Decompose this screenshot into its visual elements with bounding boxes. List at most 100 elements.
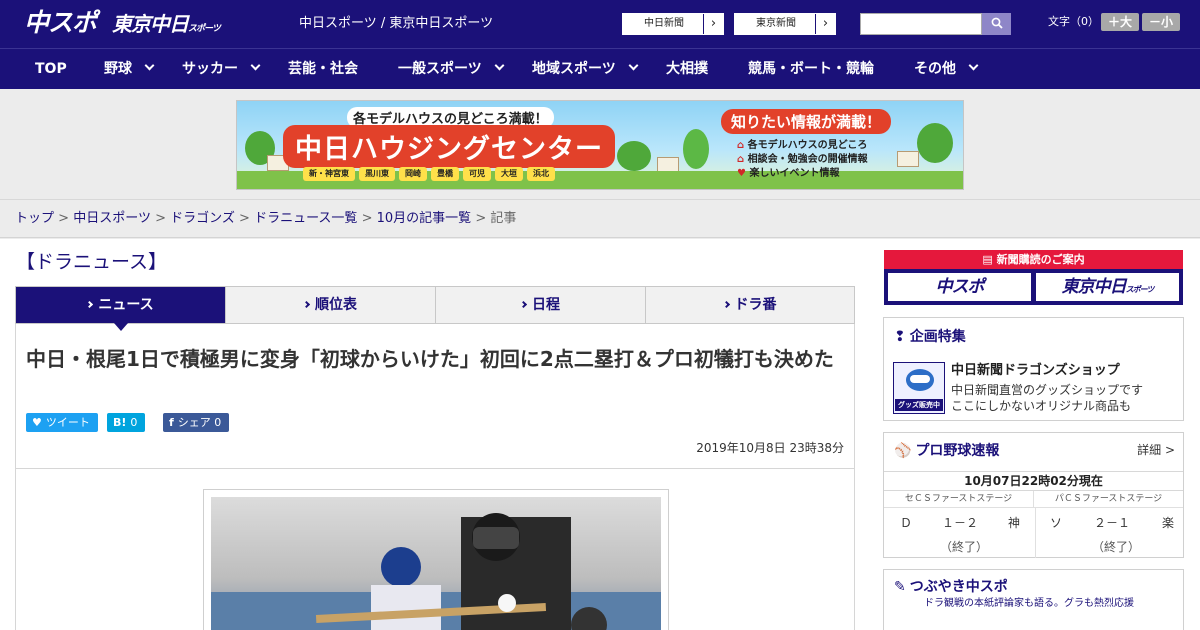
- article-date: 2019年10月8日 23時38分: [696, 441, 844, 455]
- game-team-home: Ｄ: [900, 516, 913, 530]
- ad-main-text: 中日ハウジングセンター: [283, 125, 615, 168]
- tokyo-shimbun-label: 東京新聞: [756, 18, 796, 29]
- section-tabs: ニュース 順位表 日程 ドラ番: [15, 286, 855, 331]
- share-label: シェア: [177, 416, 211, 429]
- ad-info-line: ⌂ 各モデルハウスの見どころ: [737, 139, 868, 153]
- widget-title-text: 企画特集: [909, 329, 966, 345]
- hatena-b-icon: B!: [113, 416, 127, 429]
- game-team-away: 楽: [1162, 516, 1175, 530]
- facebook-f-icon: f: [169, 416, 174, 429]
- ad-city: 大垣: [495, 167, 523, 181]
- breadcrumb-october-articles[interactable]: 10月の記事一覧: [377, 211, 472, 226]
- article-photo[interactable]: [211, 497, 661, 630]
- game-status: （終了）: [1092, 540, 1141, 554]
- house-icon: ⌂: [737, 154, 745, 165]
- game-stage-label: セＣＳファーストステージ: [884, 491, 1034, 508]
- nav-item-other[interactable]: その他: [914, 49, 979, 89]
- ad-city: 黒川東: [359, 167, 395, 181]
- ad-info-text: 相談会・勉強会の開催情報: [747, 154, 868, 165]
- search-input[interactable]: [860, 13, 982, 35]
- tweets-subtitle: ドラ観戦の本紙評論家も語る。グラも熱烈応援: [924, 598, 1134, 609]
- game-team-home: ソ: [1050, 516, 1063, 530]
- chevron-right-icon: ›: [815, 14, 835, 34]
- ad-city: 新・神宮東: [303, 167, 355, 181]
- nav-item-label: 一般スポーツ: [398, 61, 482, 77]
- special-features-title: ❢ 企画特集: [894, 327, 966, 347]
- breadcrumb-separator: >: [155, 211, 166, 226]
- main-nav: TOP 野球 サッカー 芸能・社会 一般スポーツ 地域スポーツ 大相撲 競馬・ボ…: [0, 48, 1200, 89]
- tokyo-chunichi-logo[interactable]: 東京中日スポーツ: [112, 12, 221, 41]
- chevron-right-icon: [722, 300, 730, 309]
- game-score[interactable]: ２－１: [1094, 515, 1130, 531]
- megaphone-icon: ✎: [894, 579, 906, 595]
- tab-dora-ban[interactable]: ドラ番: [646, 287, 854, 323]
- nav-item-sumo[interactable]: 大相撲: [666, 49, 708, 89]
- bookmark-icon: ❢: [894, 329, 906, 345]
- chunichi-shimbun-link[interactable]: 中日新聞 ›: [622, 13, 724, 35]
- font-larger-button[interactable]: ＋大: [1101, 13, 1139, 31]
- tokyo-shimbun-link[interactable]: 東京新聞 ›: [734, 13, 836, 35]
- chevron-right-icon: [86, 300, 94, 309]
- nav-item-regional-sports[interactable]: 地域スポーツ: [532, 49, 639, 89]
- tweets-title: ✎ つぶやき中スポ: [894, 577, 1008, 597]
- breadcrumb-separator: >: [361, 211, 373, 226]
- chuspo-logo[interactable]: 中スポ: [24, 9, 97, 37]
- breadcrumb-dora-news-list[interactable]: ドラニュース一覧: [254, 211, 357, 226]
- tree-illustration: [617, 141, 651, 171]
- subscribe-tokyo-chunichi-small: スポーツ: [1125, 285, 1155, 294]
- article-header: 中日・根尾1日で積極男に変身「初球からいけた」初回に2点二塁打＆プロ初犠打も決め…: [15, 324, 855, 469]
- nav-item-racing[interactable]: 競馬・ボート・競輪: [748, 49, 874, 89]
- tab-news[interactable]: ニュース: [16, 287, 226, 331]
- hatena-bookmark-button[interactable]: B! 0: [107, 413, 146, 432]
- font-smaller-button[interactable]: －小: [1142, 13, 1180, 31]
- ad-city: 岡崎: [399, 167, 427, 181]
- search-icon: [991, 17, 1003, 29]
- tab-standings[interactable]: 順位表: [226, 287, 436, 323]
- section-title: 【ドラニュース】: [16, 251, 168, 273]
- ad-city: 浜北: [527, 167, 555, 181]
- dragons-shop-thumbnail[interactable]: グッズ販売中: [893, 362, 945, 414]
- nav-item-label: 競馬・ボート・競輪: [748, 61, 874, 77]
- baseball-icon: ⚾: [894, 443, 912, 459]
- ad-city-list: 新・神宮東 黒川東 岡崎 豊橋 可児 大垣 浜北: [303, 167, 555, 181]
- nav-item-label: 地域スポーツ: [532, 61, 616, 77]
- nav-item-top[interactable]: TOP: [35, 49, 67, 89]
- tokyo-chunichi-logo-text: 東京中日: [112, 12, 189, 36]
- game-score[interactable]: １－２: [942, 515, 978, 531]
- newspaper-icon: ▤: [982, 253, 993, 266]
- breadcrumb-chunichi-sports[interactable]: 中日スポーツ: [73, 211, 151, 226]
- nav-item-label: 芸能・社会: [288, 61, 358, 77]
- nav-item-general-sports[interactable]: 一般スポーツ: [398, 49, 505, 89]
- ad-bubble-text: 知りたい情報が満載！: [721, 109, 892, 134]
- ad-area: 各モデルハウスの見どころ満載！ 中日ハウジングセンター 知りたい情報が満載！ ⌂…: [0, 90, 1200, 200]
- tweet-button[interactable]: ♥ ツイート: [26, 413, 98, 432]
- article-photo-area: [15, 468, 855, 630]
- share-count: 0: [130, 416, 138, 429]
- scores-updated-time: 10月07日22時02分現在: [884, 471, 1183, 491]
- tab-label: ニュース: [98, 297, 154, 313]
- nav-item-label: TOP: [35, 61, 67, 77]
- chevron-down-icon: [628, 60, 639, 71]
- nav-item-baseball[interactable]: 野球: [104, 49, 155, 89]
- shop-desc-line: ここにしかないオリジナル商品も: [951, 399, 1132, 413]
- breadcrumb-dragons[interactable]: ドラゴンズ: [170, 211, 235, 226]
- facebook-share-button[interactable]: f シェア 0: [163, 413, 230, 432]
- nav-item-soccer[interactable]: サッカー: [182, 49, 261, 89]
- search-button[interactable]: [982, 13, 1011, 35]
- subscription-buttons: 中スポ 東京中日スポーツ: [884, 269, 1183, 305]
- nav-item-entertainment[interactable]: 芸能・社会: [288, 49, 358, 89]
- chevron-down-icon: [250, 60, 261, 71]
- subscribe-chuspo-button[interactable]: 中スポ: [888, 273, 1031, 301]
- chevron-down-icon: [144, 60, 155, 71]
- share-label: ツイート: [45, 416, 90, 429]
- pro-baseball-scores-widget: ⚾ プロ野球速報 詳細 > 10月07日22時02分現在 セＣＳファーストステージ…: [883, 432, 1184, 558]
- housing-center-ad-banner[interactable]: 各モデルハウスの見どころ満載！ 中日ハウジングセンター 知りたい情報が満載！ ⌂…: [236, 100, 964, 190]
- tab-schedule[interactable]: 日程: [436, 287, 646, 323]
- scores-detail-link[interactable]: 詳細 >: [1137, 441, 1175, 458]
- share-count: 0: [214, 416, 222, 429]
- dragons-shop-description: 中日新聞直営のグッズショップです ここにしかないオリジナル商品も: [951, 382, 1143, 414]
- breadcrumb-top[interactable]: トップ: [15, 211, 54, 226]
- article-headline: 中日・根尾1日で積極男に変身「初球からいけた」初回に2点二塁打＆プロ初犠打も決め…: [26, 347, 834, 371]
- subscribe-tokyo-chunichi-button[interactable]: 東京中日スポーツ: [1036, 273, 1179, 301]
- dragons-shop-link[interactable]: 中日新聞ドラゴンズショップ: [951, 362, 1120, 380]
